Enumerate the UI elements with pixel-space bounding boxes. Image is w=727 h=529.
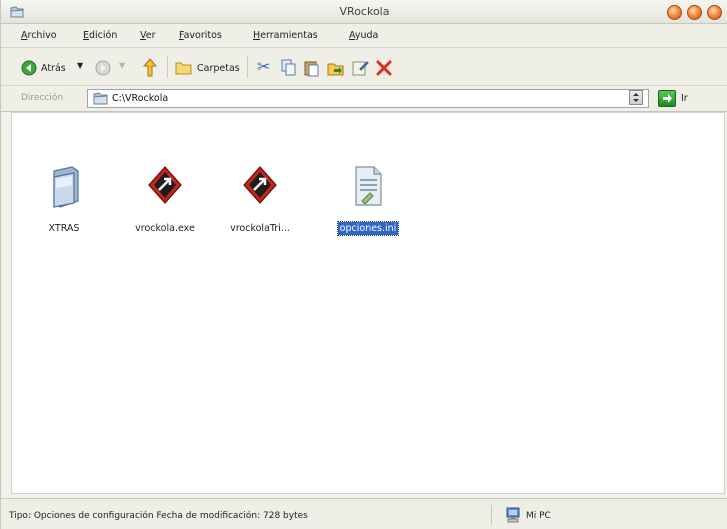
forward-arrow-icon[interactable] <box>95 60 111 76</box>
go-button[interactable]: Ir <box>681 93 688 104</box>
explorer-window: VRockola Archivo Edición Ver Favoritos H… <box>0 0 727 529</box>
back-dropdown-icon[interactable]: ▼ <box>77 61 83 70</box>
menu-bar: Archivo Edición Ver Favoritos Herramient… <box>1 24 727 66</box>
address-bar: Dirección C:\VRockola Ir <box>1 86 727 112</box>
vrockola-app-icon <box>148 166 182 204</box>
minimize-button[interactable] <box>667 5 682 20</box>
address-value: C:\VRockola <box>112 93 169 104</box>
address-label: Dirección <box>21 93 64 103</box>
copy-icon[interactable] <box>281 59 297 77</box>
forward-dropdown-icon[interactable]: ▼ <box>119 61 125 70</box>
status-divider <box>491 505 492 525</box>
move-to-icon[interactable] <box>327 59 345 77</box>
go-arrow-icon[interactable] <box>658 90 676 107</box>
delete-x-icon[interactable] <box>375 59 393 77</box>
folders-icon[interactable] <box>175 60 193 75</box>
properties-icon[interactable] <box>351 59 369 77</box>
menu-ayuda[interactable]: Ayuda <box>349 30 378 41</box>
menu-edicion[interactable]: Edición <box>83 30 117 41</box>
back-button[interactable]: Atrás <box>41 63 66 74</box>
folder-address-icon <box>93 92 108 105</box>
menu-favoritos[interactable]: Favoritos <box>179 30 222 41</box>
window-title: VRockola <box>339 5 390 18</box>
toolbar: Atrás ▼ ▼ Carpetas ✂ <box>1 48 727 86</box>
vrockola-app-icon <box>243 166 277 204</box>
file-name: vrockolaTri... <box>230 223 290 234</box>
close-button[interactable] <box>707 5 722 20</box>
up-folder-icon[interactable] <box>141 58 159 78</box>
file-name-selected: opciones.ini <box>336 221 400 236</box>
folders-button[interactable]: Carpetas <box>197 63 240 74</box>
title-bar[interactable]: VRockola <box>1 0 727 24</box>
address-field[interactable]: C:\VRockola <box>87 89 649 108</box>
my-computer-icon <box>506 507 520 523</box>
menu-archivo[interactable]: Archivo <box>21 30 57 41</box>
file-name: vrockola.exe <box>135 223 195 234</box>
file-list-view[interactable]: XTRAS vrockola.exe vrockolaTri... opcion… <box>11 112 725 494</box>
cut-icon[interactable]: ✂ <box>257 57 270 76</box>
back-arrow-icon[interactable] <box>21 60 37 76</box>
address-dropdown-icon[interactable] <box>629 90 643 105</box>
menu-ver[interactable]: Ver <box>140 30 156 41</box>
maximize-button[interactable] <box>687 5 702 20</box>
folder-icon <box>53 166 79 208</box>
file-name: XTRAS <box>48 223 80 234</box>
ini-file-icon <box>355 166 382 206</box>
paste-icon[interactable] <box>304 59 320 77</box>
status-text: Tipo: Opciones de configuración Fecha de… <box>9 511 308 521</box>
status-bar: Tipo: Opciones de configuración Fecha de… <box>1 498 727 529</box>
menu-herramientas[interactable]: Herramientas <box>253 30 318 41</box>
status-zone: Mi PC <box>526 511 551 521</box>
